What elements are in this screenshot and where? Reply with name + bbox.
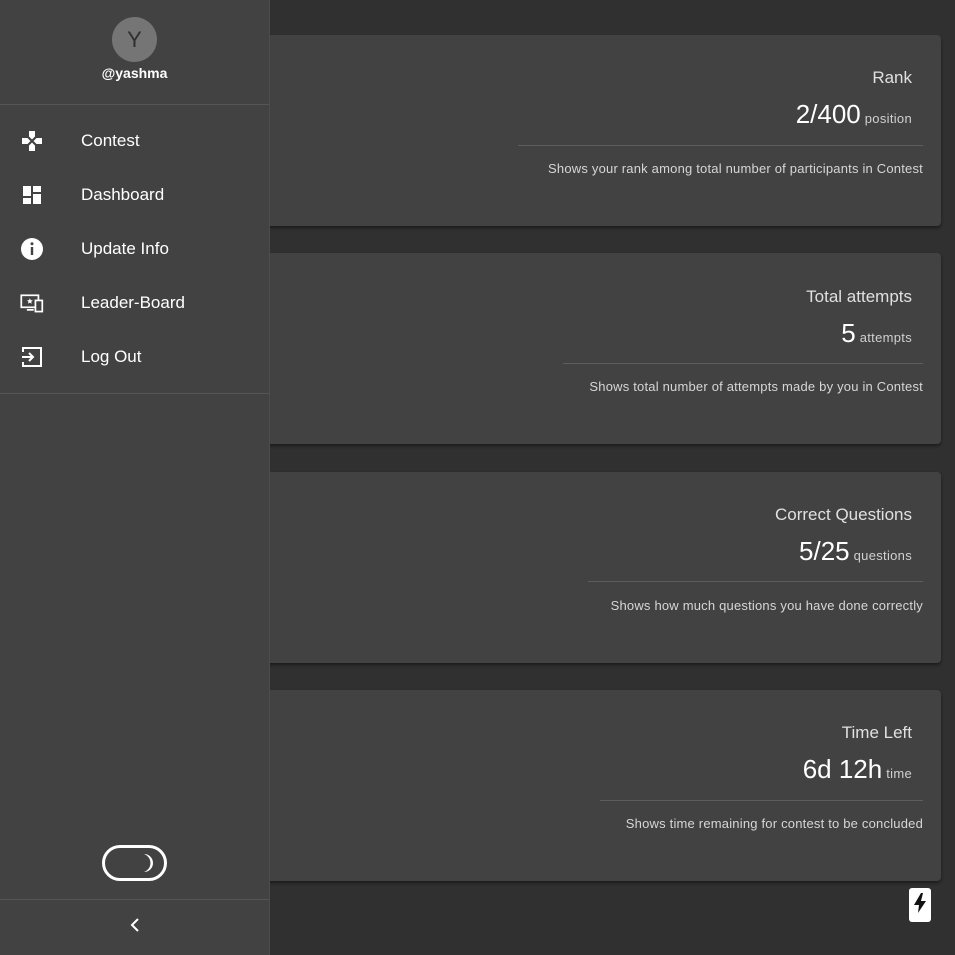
avatar[interactable]: Y <box>112 17 157 62</box>
nav-item-update-info[interactable]: Update Info <box>0 222 269 276</box>
profile-section: Y @yashma <box>0 0 269 105</box>
nav-item-label: Dashboard <box>81 185 165 204</box>
quick-action-button[interactable] <box>909 888 931 922</box>
moon-icon <box>138 853 156 878</box>
card-description: Shows time remaining for contest to be c… <box>625 816 923 831</box>
card-divider <box>563 363 923 364</box>
username: @yashma <box>101 65 168 81</box>
card-description: Shows your rank among total number of pa… <box>548 161 923 176</box>
card-value-number: 6d 12h <box>802 754 883 784</box>
card-value: 2/400 position <box>796 99 912 130</box>
nav-item-leader-board[interactable]: Leader-Board <box>0 276 269 330</box>
card-title: Rank <box>872 68 912 87</box>
theme-toggle[interactable] <box>102 845 167 881</box>
drawer-bottom-divider <box>0 899 269 900</box>
card-value: 5/25 questions <box>799 536 912 567</box>
gamepad-icon <box>20 129 44 153</box>
card-value-number: 5/25 <box>799 536 850 566</box>
nav-item-log-out[interactable]: Log Out <box>0 330 269 384</box>
card-value-unit: time <box>886 766 912 781</box>
nav-item-dashboard[interactable]: Dashboard <box>0 168 269 222</box>
time-left-card: Time Left 6d 12h time Shows time remainin… <box>230 690 941 881</box>
card-value-number: 5 <box>841 318 856 348</box>
card-title: Correct Questions <box>775 505 912 524</box>
card-value: 5 attempts <box>841 318 912 349</box>
dashboard-icon <box>20 183 44 207</box>
card-divider <box>600 800 923 801</box>
nav-item-label: Leader-Board <box>81 293 185 312</box>
card-title: Total attempts <box>806 287 912 306</box>
card-value-unit: questions <box>853 548 912 563</box>
nav-divider <box>0 393 269 394</box>
rank-card: Rank 2/400 position Shows your rank among… <box>230 35 941 226</box>
card-divider <box>518 145 923 146</box>
nav-item-label: Update Info <box>81 239 169 258</box>
card-value-number: 2/400 <box>795 99 861 129</box>
card-title: Time Left <box>841 723 912 742</box>
nav-item-label: Log Out <box>81 347 142 366</box>
card-description: Shows total number of attempts made by y… <box>589 379 923 394</box>
nav-menu: Contest Dashboard Update Info Leader-Boa… <box>0 114 269 384</box>
navigation-drawer: Y @yashma Contest Dashboard Update Info <box>0 0 270 955</box>
logout-icon <box>20 345 44 369</box>
devices-star-icon <box>20 291 44 315</box>
collapse-drawer-button[interactable] <box>124 915 146 939</box>
attempts-card: Total attempts 5 attempts Shows total num… <box>230 253 941 444</box>
chevron-left-icon <box>129 917 141 938</box>
nav-item-contest[interactable]: Contest <box>0 114 269 168</box>
card-divider <box>588 581 923 582</box>
card-value-unit: attempts <box>859 330 912 345</box>
card-value: 6d 12h time <box>803 754 912 785</box>
lightning-bolt-icon <box>913 892 927 919</box>
nav-item-label: Contest <box>81 131 140 150</box>
info-icon <box>20 237 44 261</box>
card-description: Shows how much questions you have done c… <box>610 598 923 613</box>
card-value-unit: position <box>864 111 912 126</box>
correct-questions-card: Correct Questions 5/25 questions Shows ho… <box>230 472 941 663</box>
